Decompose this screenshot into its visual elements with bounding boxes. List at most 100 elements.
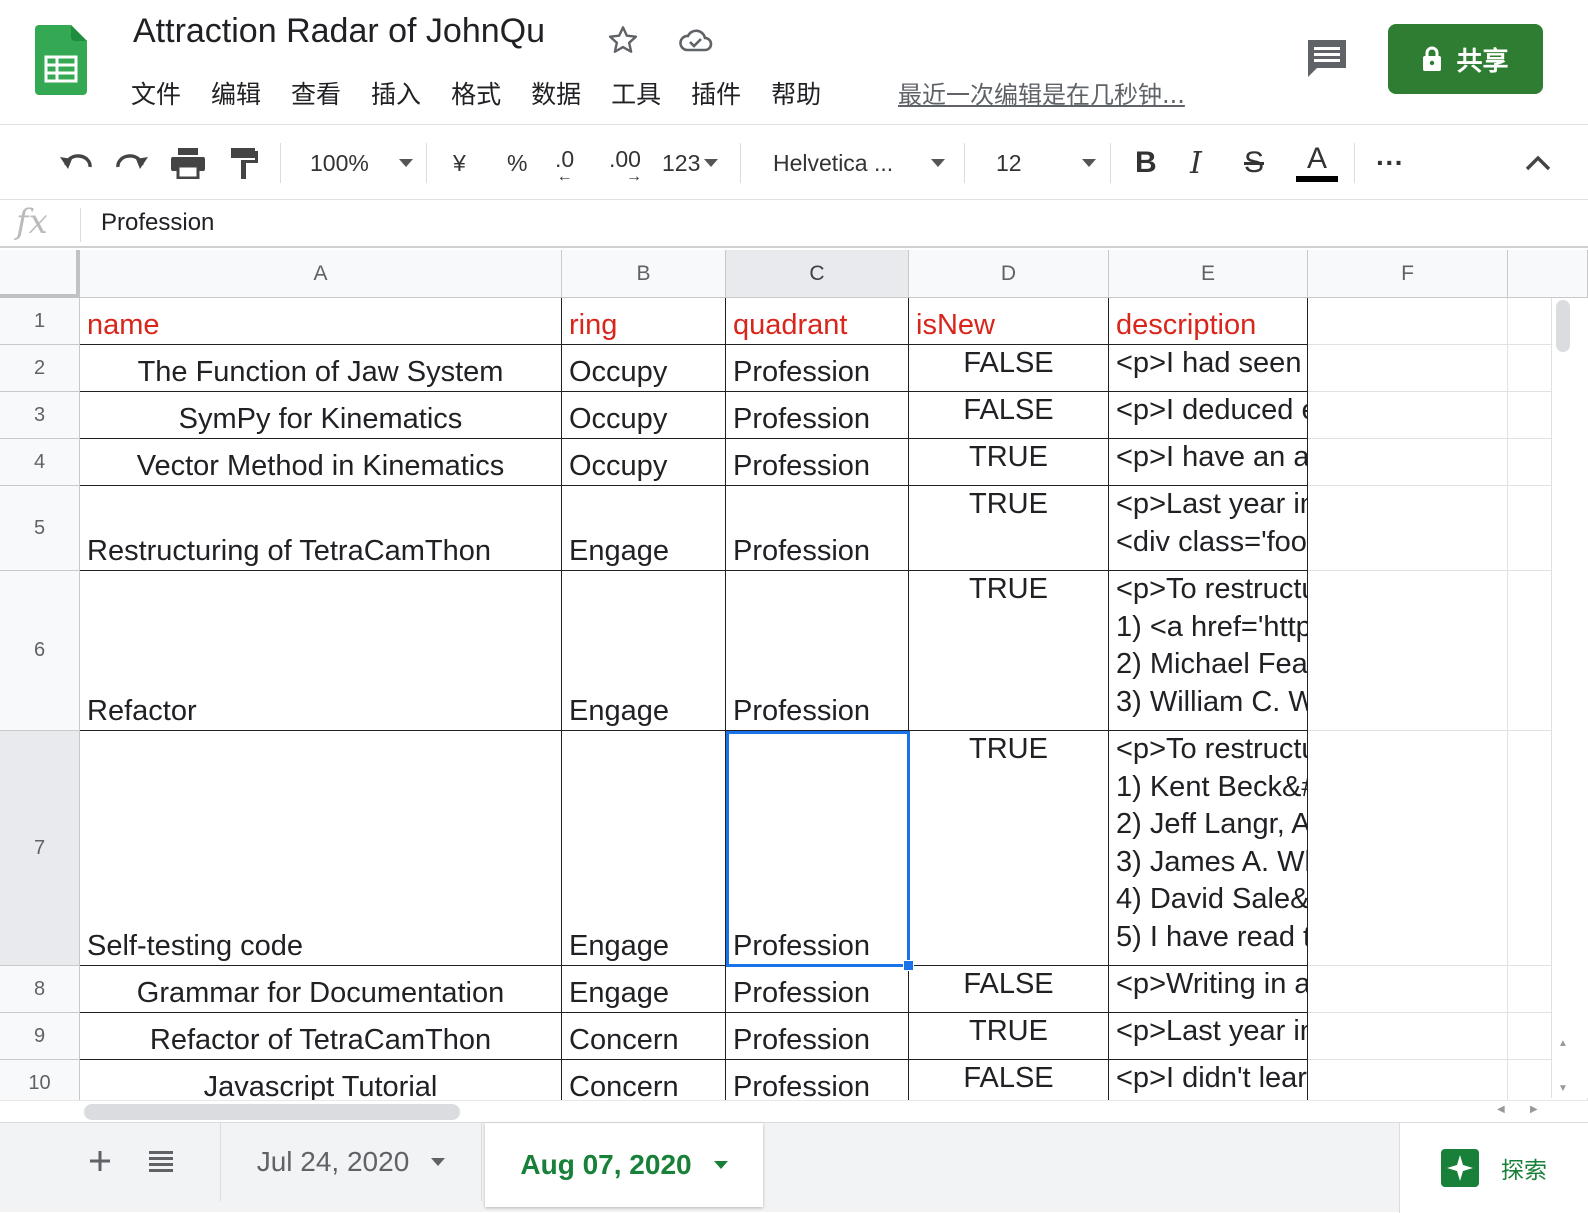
cell-empty[interactable] — [1308, 571, 1508, 731]
cell-e4[interactable]: <p>I have an analysis problem o — [1109, 439, 1308, 486]
column-header-e[interactable]: E — [1109, 250, 1308, 298]
cell-c10[interactable]: Profession — [726, 1060, 909, 1100]
menu-insert[interactable]: 插入 — [371, 76, 421, 116]
print-button[interactable] — [170, 125, 206, 201]
cell-e2[interactable]: <p>I had seen the working proc — [1109, 345, 1308, 392]
menu-format[interactable]: 格式 — [451, 76, 501, 116]
format-currency-button[interactable]: ¥ — [453, 125, 466, 201]
paint-format-button[interactable] — [228, 125, 260, 201]
row-header-9[interactable]: 9 — [0, 1013, 80, 1060]
cell-a4[interactable]: Vector Method in Kinematics — [80, 439, 562, 486]
text-color-button[interactable]: A — [1296, 125, 1338, 201]
more-formats-button[interactable]: 123 — [662, 125, 719, 201]
share-button[interactable]: 共享 — [1388, 24, 1543, 94]
column-header-d[interactable]: D — [909, 250, 1109, 298]
row-header-5[interactable]: 5 — [0, 486, 80, 571]
star-icon[interactable] — [606, 24, 640, 56]
row-header-1[interactable]: 1 — [0, 298, 80, 345]
explore-button[interactable]: 探索 — [1399, 1123, 1588, 1213]
row-header-10[interactable]: 10 — [0, 1060, 80, 1100]
row-header-3[interactable]: 3 — [0, 392, 80, 439]
scroll-left-icon[interactable]: ◀ — [1497, 1104, 1505, 1115]
horizontal-scroll-thumb[interactable] — [84, 1104, 460, 1120]
redo-button[interactable] — [114, 125, 150, 201]
cell-d1[interactable]: isNew — [909, 298, 1109, 345]
cell-b5[interactable]: Engage — [562, 486, 726, 571]
cell-empty[interactable] — [1308, 392, 1508, 439]
row-header-6[interactable]: 6 — [0, 571, 80, 731]
cell-e7[interactable]: <p>To restructure <a href='https 1) Kent… — [1109, 731, 1308, 966]
more-tools-button[interactable]: ··· — [1376, 125, 1404, 201]
cell-a1[interactable]: name — [80, 298, 562, 345]
menu-help[interactable]: 帮助 — [771, 76, 821, 116]
cell-a3[interactable]: SymPy for Kinematics — [80, 392, 562, 439]
increase-decimal-button[interactable]: .00 → — [608, 125, 642, 201]
sheet-tab-aug-07[interactable]: Aug 07, 2020 — [485, 1123, 763, 1207]
cell-empty[interactable] — [1308, 486, 1508, 571]
cell-a10[interactable]: Javascript Tutorial — [80, 1060, 562, 1100]
cell-d5[interactable]: TRUE — [909, 486, 1109, 571]
cell-empty[interactable] — [1308, 439, 1508, 486]
cell-d9[interactable]: TRUE — [909, 1013, 1109, 1060]
italic-button[interactable]: I — [1190, 125, 1202, 201]
last-edit-link[interactable]: 最近一次编辑是在几秒钟... — [898, 76, 1185, 114]
row-header-8[interactable]: 8 — [0, 966, 80, 1013]
strikethrough-button[interactable]: S — [1244, 125, 1264, 201]
column-header-f[interactable]: F — [1308, 250, 1508, 298]
chevron-down-icon[interactable] — [431, 1158, 446, 1166]
scroll-right-icon[interactable]: ▶ — [1530, 1104, 1538, 1115]
cell-c4[interactable]: Profession — [726, 439, 909, 486]
cell-empty[interactable] — [1308, 345, 1508, 392]
cell-a7[interactable]: Self-testing code — [80, 731, 562, 966]
cell-a6[interactable]: Refactor — [80, 571, 562, 731]
select-all-corner[interactable] — [0, 250, 80, 298]
document-title[interactable]: Attraction Radar of JohnQu — [133, 12, 545, 51]
cell-c3[interactable]: Profession — [726, 392, 909, 439]
cell-c2[interactable]: Profession — [726, 345, 909, 392]
zoom-select[interactable]: 100% — [310, 125, 413, 201]
scroll-down-icon[interactable]: ▼ — [1558, 1083, 1568, 1094]
comments-icon[interactable] — [1305, 38, 1349, 80]
cell-b1[interactable]: ring — [562, 298, 726, 345]
cell-empty[interactable] — [1308, 1060, 1508, 1100]
cell-c9[interactable]: Profession — [726, 1013, 909, 1060]
cell-c6[interactable]: Profession — [726, 571, 909, 731]
cell-empty[interactable] — [1308, 298, 1508, 345]
vertical-scroll-thumb[interactable] — [1556, 300, 1570, 352]
menu-view[interactable]: 查看 — [291, 76, 341, 116]
cell-c1[interactable]: quadrant — [726, 298, 909, 345]
fill-handle[interactable] — [903, 960, 914, 971]
column-header-g[interactable] — [1508, 250, 1588, 298]
bold-button[interactable]: B — [1135, 125, 1157, 201]
sheet-tab-jul-24[interactable]: Jul 24, 2020 — [220, 1123, 482, 1201]
add-sheet-icon[interactable] — [88, 1149, 112, 1173]
scroll-up-icon[interactable]: ▲ — [1558, 1038, 1568, 1049]
cell-empty[interactable] — [1308, 966, 1508, 1013]
cell-c8[interactable]: Profession — [726, 966, 909, 1013]
cloud-saved-icon[interactable] — [677, 26, 713, 54]
cell-b7[interactable]: Engage — [562, 731, 726, 966]
cell-e8[interactable]: <p>Writing in a simple sentence — [1109, 966, 1308, 1013]
cell-d8[interactable]: FALSE — [909, 966, 1109, 1013]
cell-b8[interactable]: Engage — [562, 966, 726, 1013]
menu-file[interactable]: 文件 — [131, 76, 181, 116]
cell-b2[interactable]: Occupy — [562, 345, 726, 392]
menu-addons[interactable]: 插件 — [691, 76, 741, 116]
cell-a5[interactable]: Restructuring of TetraCamThon — [80, 486, 562, 571]
formula-input[interactable]: Profession — [101, 209, 214, 237]
cell-empty[interactable] — [1308, 1013, 1508, 1060]
format-percent-button[interactable]: % — [507, 125, 527, 201]
font-family-select[interactable]: Helvetica ... — [773, 125, 946, 201]
cell-e3[interactable]: <p>I deduced equations in the l — [1109, 392, 1308, 439]
font-size-select[interactable]: 12 — [996, 125, 1096, 201]
cell-e9[interactable]: <p>Last year in the <a href="htt — [1109, 1013, 1308, 1060]
column-header-b[interactable]: B — [562, 250, 726, 298]
cell-d10[interactable]: FALSE — [909, 1060, 1109, 1100]
cell-d3[interactable]: FALSE — [909, 392, 1109, 439]
cell-a2[interactable]: The Function of Jaw System — [80, 345, 562, 392]
cell-e6[interactable]: <p>To restructure <a href='https 1) <a h… — [1109, 571, 1308, 731]
sheets-logo-icon[interactable] — [35, 25, 87, 95]
cell-d7[interactable]: TRUE — [909, 731, 1109, 966]
collapse-toolbar-button[interactable] — [1524, 125, 1552, 201]
cell-b4[interactable]: Occupy — [562, 439, 726, 486]
